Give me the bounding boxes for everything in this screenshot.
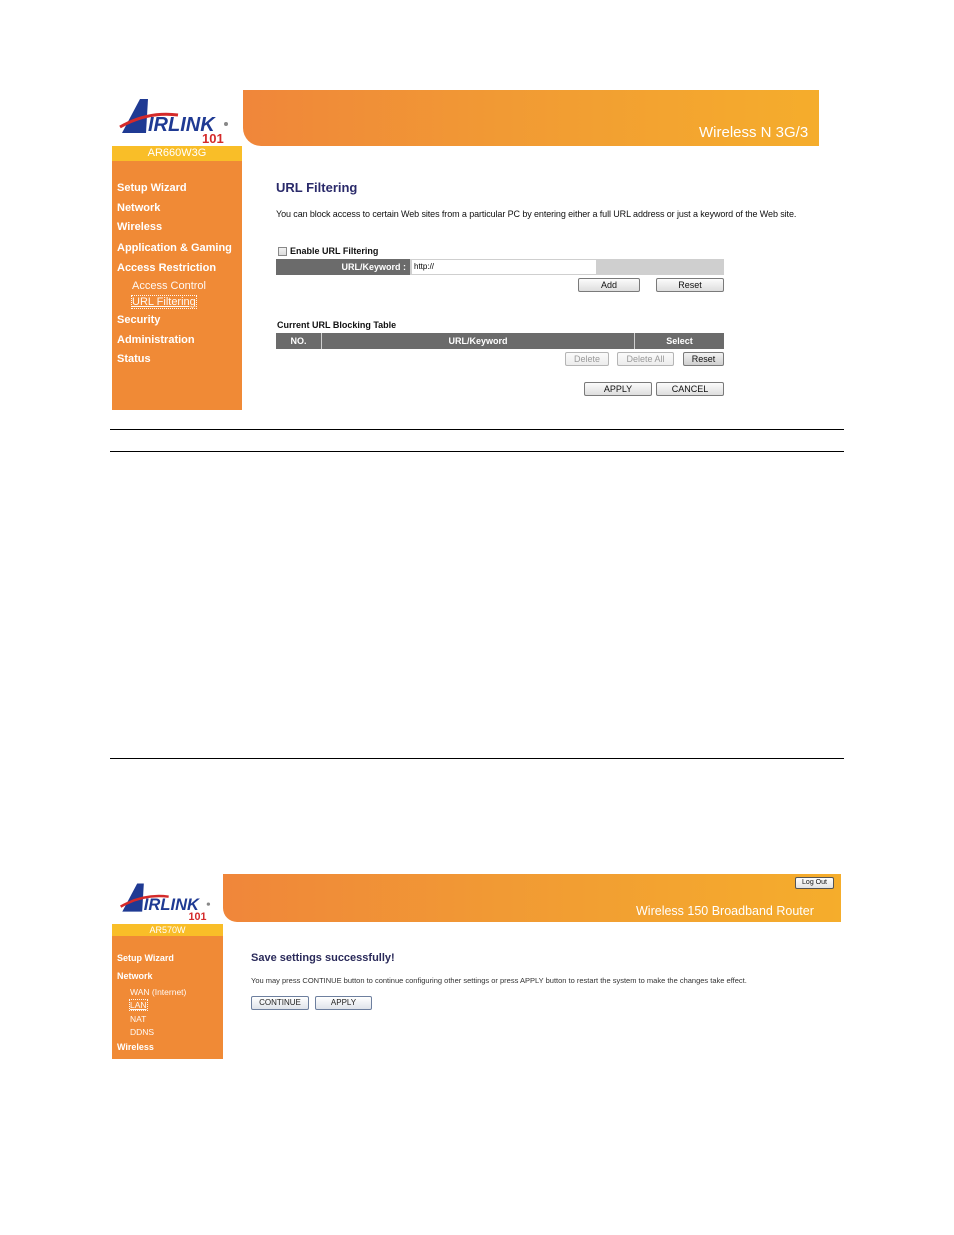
nav-administration[interactable]: Administration xyxy=(117,334,195,346)
nav-network[interactable]: Network xyxy=(117,202,160,214)
nav-status[interactable]: Status xyxy=(117,353,151,365)
apply-button[interactable]: APPLY xyxy=(584,382,652,396)
nav-ddns[interactable]: DDNS xyxy=(130,1027,154,1037)
logout-button[interactable]: Log Out xyxy=(795,877,834,889)
reset-button[interactable]: Reset xyxy=(656,278,724,292)
nav-wireless[interactable]: Wireless xyxy=(117,221,162,233)
header-title: Wireless 150 Broadband Router xyxy=(636,904,814,918)
enable-url-filtering-label: Enable URL Filtering xyxy=(290,246,379,256)
nav-security[interactable]: Security xyxy=(117,314,160,326)
apply-button[interactable]: APPLY xyxy=(315,996,372,1010)
page-title: Save settings successfully! xyxy=(251,952,395,964)
model-name: AR660W3G xyxy=(147,147,207,159)
nav-nat[interactable]: NAT xyxy=(130,1014,146,1024)
nav-application-gaming[interactable]: Application & Gaming xyxy=(117,242,232,254)
nav-setup-wizard[interactable]: Setup Wizard xyxy=(117,953,174,963)
continue-button[interactable]: CONTINUE xyxy=(251,996,309,1010)
blocking-table-header: NO. URL/Keyword Select xyxy=(276,333,724,349)
url-keyword-label: URL/Keyword : xyxy=(276,259,410,275)
enable-url-filtering-checkbox[interactable] xyxy=(278,246,287,256)
delete-button[interactable]: Delete xyxy=(565,352,609,366)
nav-wan-internet[interactable]: WAN (Internet) xyxy=(130,987,186,997)
nav-setup-wizard[interactable]: Setup Wizard xyxy=(117,182,187,194)
divider-line xyxy=(110,451,844,452)
column-no: NO. xyxy=(290,336,307,346)
column-select: Select xyxy=(634,333,724,349)
airlink-logo: IRLINK 101 xyxy=(119,878,215,922)
model-name: AR570W xyxy=(149,925,186,935)
model-bar: AR570W xyxy=(112,924,223,936)
nav-network[interactable]: Network xyxy=(117,971,153,981)
model-bar: AR660W3G xyxy=(112,146,242,161)
airlink-logo-icon: IRLINK 101 xyxy=(120,883,211,922)
url-keyword-input[interactable] xyxy=(412,260,596,274)
nav-wireless[interactable]: Wireless xyxy=(117,1042,154,1052)
airlink-logo-icon: IRLINK 101 xyxy=(119,99,228,145)
svg-text:101: 101 xyxy=(202,131,224,145)
column-url-keyword: URL/Keyword xyxy=(321,333,634,349)
svg-text:101: 101 xyxy=(189,911,207,922)
nav-url-filtering[interactable]: URL Filtering xyxy=(131,295,197,309)
nav-lan[interactable]: LAN xyxy=(129,999,148,1011)
delete-all-button[interactable]: Delete All xyxy=(617,352,674,366)
airlink-logo: IRLINK 101 xyxy=(118,93,234,145)
blocking-table-title: Current URL Blocking Table xyxy=(277,320,397,330)
page-description: You can block access to certain Web site… xyxy=(276,209,797,219)
nav-access-control[interactable]: Access Control xyxy=(132,280,206,292)
url-keyword-row: URL/Keyword : xyxy=(276,259,724,275)
page-description: You may press CONTINUE button to continu… xyxy=(251,976,747,985)
table-reset-button[interactable]: Reset xyxy=(683,352,724,366)
header-title: Wireless N 3G/3 xyxy=(699,124,809,141)
divider-line xyxy=(110,429,844,430)
divider-line xyxy=(110,758,844,759)
page-title: URL Filtering xyxy=(276,180,358,195)
cancel-button[interactable]: CANCEL xyxy=(656,382,724,396)
nav-access-restriction[interactable]: Access Restriction xyxy=(117,262,216,274)
add-button[interactable]: Add xyxy=(578,278,640,292)
enable-url-filtering[interactable]: Enable URL Filtering xyxy=(278,246,378,256)
